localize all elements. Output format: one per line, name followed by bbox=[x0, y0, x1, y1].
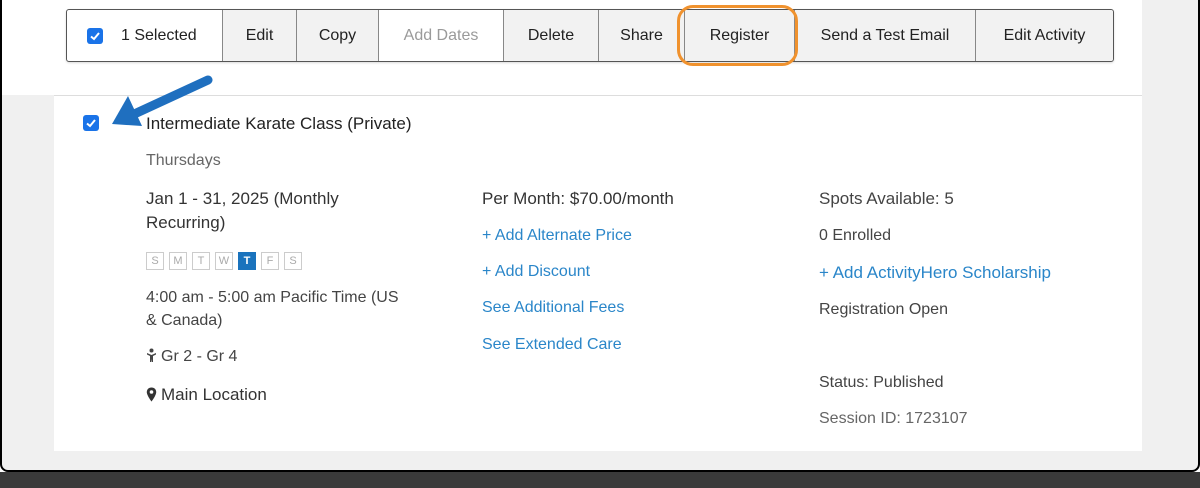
spots-available: Spots Available: 5 bbox=[819, 189, 954, 208]
weekday-sun: S bbox=[146, 252, 164, 270]
check-icon bbox=[86, 119, 96, 128]
map-pin-icon bbox=[146, 387, 157, 402]
price: Per Month: $70.00/month bbox=[482, 189, 674, 208]
share-button[interactable]: Share bbox=[599, 10, 685, 61]
add-dates-button[interactable]: Add Dates bbox=[379, 10, 504, 61]
select-all-checkbox[interactable] bbox=[87, 27, 103, 44]
see-additional-fees-link[interactable]: See Additional Fees bbox=[482, 299, 624, 317]
registration-status: Registration Open bbox=[819, 301, 948, 318]
add-discount-link[interactable]: + Add Discount bbox=[482, 263, 590, 281]
session-id: Session ID: 1723107 bbox=[819, 410, 968, 427]
date-range-line2: Recurring) bbox=[146, 213, 226, 232]
location: Main Location bbox=[146, 385, 267, 405]
date-range-line1: Jan 1 - 31, 2025 (Monthly bbox=[146, 189, 339, 208]
session-checkbox[interactable] bbox=[83, 115, 99, 131]
enrolled-count: 0 Enrolled bbox=[819, 227, 892, 244]
copy-button[interactable]: Copy bbox=[297, 10, 379, 61]
grades-label: Gr 2 - Gr 4 bbox=[161, 348, 238, 365]
weekday-indicator: S M T W T F S bbox=[146, 252, 302, 270]
grades: Gr 2 - Gr 4 bbox=[146, 348, 237, 366]
child-icon bbox=[147, 348, 156, 362]
weekday-sat: S bbox=[284, 252, 302, 270]
register-button[interactable]: Register bbox=[685, 10, 795, 61]
time-line2: & Canada) bbox=[146, 312, 223, 329]
check-icon bbox=[90, 31, 100, 40]
edit-button[interactable]: Edit bbox=[223, 10, 297, 61]
activity-title: Intermediate Karate Class (Private) bbox=[146, 114, 412, 133]
delete-button[interactable]: Delete bbox=[504, 10, 599, 61]
selected-label: 1 Selected bbox=[121, 26, 197, 44]
weekday-wed: W bbox=[215, 252, 233, 270]
add-alternate-price-link[interactable]: + Add Alternate Price bbox=[482, 227, 632, 245]
publish-status: Status: Published bbox=[819, 374, 944, 391]
weekday-thu: T bbox=[238, 252, 256, 270]
weekday-fri: F bbox=[261, 252, 279, 270]
weekday-tue: T bbox=[192, 252, 210, 270]
send-test-email-button[interactable]: Send a Test Email bbox=[795, 10, 976, 61]
selected-count[interactable]: 1 Selected bbox=[67, 10, 223, 61]
see-extended-care-link[interactable]: See Extended Care bbox=[482, 336, 622, 354]
location-label: Main Location bbox=[161, 385, 267, 404]
bottom-bar bbox=[0, 472, 1200, 488]
time-line1: 4:00 am - 5:00 am Pacific Time (US bbox=[146, 289, 399, 306]
weekday-mon: M bbox=[169, 252, 187, 270]
day-text: Thursdays bbox=[146, 152, 221, 169]
add-scholarship-link[interactable]: + Add ActivityHero Scholarship bbox=[819, 263, 1051, 283]
edit-activity-button[interactable]: Edit Activity bbox=[976, 10, 1113, 61]
bulk-action-toolbar: 1 Selected Edit Copy Add Dates Delete Sh… bbox=[66, 9, 1114, 62]
